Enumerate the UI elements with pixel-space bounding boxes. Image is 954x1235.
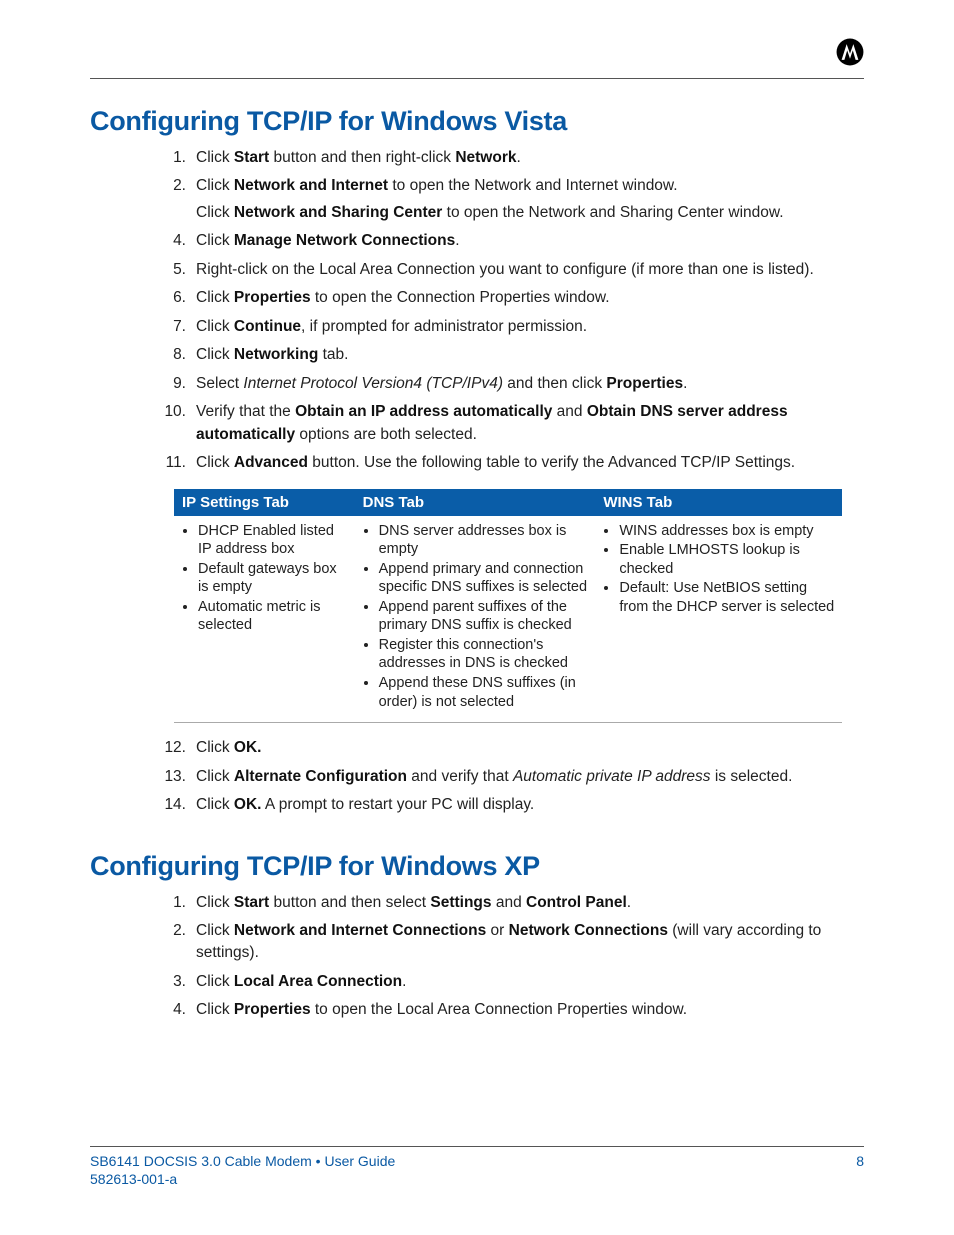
wins-list: WINS addresses box is emptyEnable LMHOST…: [601, 522, 836, 617]
table-bullet: DNS server addresses box is empty: [379, 522, 590, 559]
step-item: 11.Click Advanced button. Use the follow…: [190, 452, 864, 474]
table-header-row: IP Settings Tab DNS Tab WINS Tab: [174, 489, 842, 516]
vista-steps-list-b: 12.Click OK. 13.Click Alternate Configura…: [90, 737, 864, 816]
step-item: 2.Click Network and Internet Connections…: [190, 920, 864, 965]
step-item: 8.Click Networking tab.: [190, 344, 864, 366]
th-ip-settings: IP Settings Tab: [174, 489, 355, 516]
step-item: 2.Click Network and Internet to open the…: [190, 175, 864, 224]
table-bullet: WINS addresses box is empty: [619, 522, 836, 541]
document-page: Configuring TCP/IP for Windows Vista 1.C…: [0, 0, 954, 1235]
advanced-tcpip-table-wrap: IP Settings Tab DNS Tab WINS Tab DHCP En…: [174, 489, 842, 723]
step-number: 2.: [160, 920, 186, 942]
footer-page-number: 8: [856, 1153, 864, 1169]
step-number: 14.: [160, 794, 186, 816]
step-item: 4.Click Manage Network Connections.: [190, 230, 864, 252]
section-heading-vista: Configuring TCP/IP for Windows Vista: [90, 106, 864, 137]
table-bullet: Append parent suffixes of the primary DN…: [379, 598, 590, 635]
ip-settings-list: DHCP Enabled listed IP address boxDefaul…: [180, 522, 349, 635]
table-bullet: Default: Use NetBIOS setting from the DH…: [619, 579, 836, 616]
motorola-logo-icon: [836, 38, 864, 66]
table-bullet: DHCP Enabled listed IP address box: [198, 522, 349, 559]
step-item: 10.Verify that the Obtain an IP address …: [190, 401, 864, 446]
table-bullet: Register this connection's addresses in …: [379, 636, 590, 673]
advanced-tcpip-table: IP Settings Tab DNS Tab WINS Tab DHCP En…: [174, 489, 842, 723]
vista-steps-list-a: 1.Click Start button and then right-clic…: [90, 147, 864, 475]
table-row: DHCP Enabled listed IP address boxDefaul…: [174, 516, 842, 723]
step-item: 9.Select Internet Protocol Version4 (TCP…: [190, 373, 864, 395]
step-item: 5.Right-click on the Local Area Connecti…: [190, 259, 864, 281]
step-number: 9.: [160, 373, 186, 395]
xp-steps-list: 1.Click Start button and then select Set…: [90, 892, 864, 1022]
section-heading-xp: Configuring TCP/IP for Windows XP: [90, 851, 864, 882]
step-number: 1.: [160, 892, 186, 914]
step-item: 1.Click Start button and then right-clic…: [190, 147, 864, 169]
table-bullet: Enable LMHOSTS lookup is checked: [619, 541, 836, 578]
step-number: 4.: [160, 999, 186, 1021]
step-item: 12.Click OK.: [190, 737, 864, 759]
step-number: 10.: [160, 401, 186, 423]
step-item: 1.Click Start button and then select Set…: [190, 892, 864, 914]
step-item: 6.Click Properties to open the Connectio…: [190, 287, 864, 309]
step-item: 14.Click OK. A prompt to restart your PC…: [190, 794, 864, 816]
step-number: 13.: [160, 766, 186, 788]
step-number: 3.: [160, 971, 186, 993]
table-bullet: Append primary and connection specific D…: [379, 560, 590, 597]
dns-list: DNS server addresses box is emptyAppend …: [361, 522, 590, 711]
step-item: 3.Click Local Area Connection.: [190, 971, 864, 993]
table-bullet: Automatic metric is selected: [198, 598, 349, 635]
header-rule: [90, 78, 864, 79]
step-number: 8.: [160, 344, 186, 366]
step-number: 5.: [160, 259, 186, 281]
step-number: 4.: [160, 230, 186, 252]
footer-title: SB6141 DOCSIS 3.0 Cable Modem • User Gui…: [90, 1153, 395, 1169]
step-item: 4.Click Properties to open the Local Are…: [190, 999, 864, 1021]
th-wins: WINS Tab: [595, 489, 842, 516]
step-item: 13.Click Alternate Configuration and ver…: [190, 766, 864, 788]
table-bullet: Default gateways box is empty: [198, 560, 349, 597]
footer-doc-number: 582613-001-a: [90, 1171, 864, 1187]
page-content: Configuring TCP/IP for Windows Vista 1.C…: [90, 106, 864, 1022]
step-number: 1.: [160, 147, 186, 169]
step-item: 7.Click Continue, if prompted for admini…: [190, 316, 864, 338]
step-subtext: Click Network and Sharing Center to open…: [196, 202, 864, 224]
th-dns: DNS Tab: [355, 489, 596, 516]
step-number: 11.: [160, 452, 186, 474]
step-number: 2.: [160, 175, 186, 197]
page-footer: SB6141 DOCSIS 3.0 Cable Modem • User Gui…: [90, 1146, 864, 1187]
step-number: 7.: [160, 316, 186, 338]
table-bullet: Append these DNS suffixes (in order) is …: [379, 674, 590, 711]
step-number: 6.: [160, 287, 186, 309]
step-number: 12.: [160, 737, 186, 759]
